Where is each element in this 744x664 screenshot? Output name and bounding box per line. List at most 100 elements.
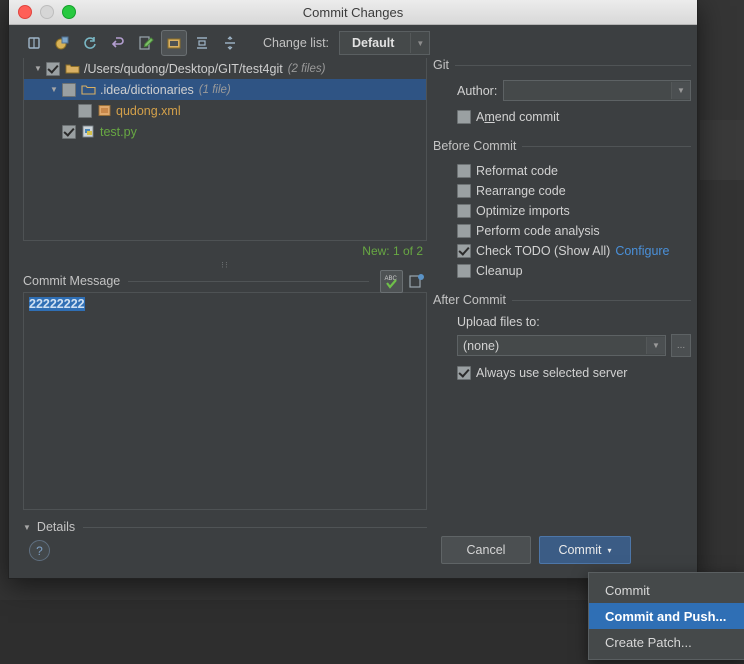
author-field[interactable]: ▼ [503, 80, 691, 101]
upload-files-label: Upload files to: [457, 315, 540, 329]
tree-row-label: test.py [100, 124, 137, 139]
folder-icon [81, 83, 96, 96]
revert-icon[interactable] [49, 30, 75, 56]
changes-tree[interactable]: ▼ /Users/qudong/Desktop/GIT/test4git (2 … [23, 58, 427, 241]
tree-twisty[interactable]: ▼ [30, 64, 46, 73]
change-list-value: Default [352, 36, 395, 50]
divider [83, 526, 427, 528]
change-list-combo[interactable]: Default ▼ [339, 31, 431, 55]
refresh-icon[interactable] [77, 30, 103, 56]
menu-item-commit-and-push[interactable]: Commit and Push... [589, 603, 744, 629]
table-row[interactable]: test.py [24, 121, 426, 142]
chevron-down-icon[interactable]: ▾ [608, 546, 612, 555]
git-section-title: Git [433, 58, 449, 72]
divider [128, 280, 369, 282]
before-commit-title: Before Commit [433, 139, 517, 153]
commit-message-label: Commit Message [23, 274, 121, 288]
always-use-server-row[interactable]: Always use selected server [457, 363, 691, 383]
configure-link[interactable]: Configure [615, 244, 669, 258]
edit-source-icon[interactable] [133, 30, 159, 56]
commit-message-value: 22222222 [29, 297, 85, 311]
upload-server-combo[interactable]: (none) ▼ [457, 335, 666, 356]
tree-row-label: /Users/qudong/Desktop/GIT/test4git [84, 61, 283, 76]
window-title: Commit Changes [302, 4, 404, 20]
git-section: Git Author: ▼ Amend commit [433, 56, 691, 127]
check-todo-checkbox[interactable] [457, 244, 471, 258]
reformat-code-checkbox[interactable] [457, 164, 471, 178]
divider [454, 64, 691, 66]
optimize-imports-checkbox[interactable] [457, 204, 471, 218]
amend-commit-label: Amend commit [476, 110, 560, 124]
rearrange-code-label: Rearrange code [476, 184, 566, 198]
chevron-down-icon[interactable]: ▼ [646, 337, 665, 354]
show-diff-icon[interactable] [21, 30, 47, 56]
menu-item-create-patch[interactable]: Create Patch... [589, 629, 744, 655]
splitter-handle[interactable]: ⁝⁝ [23, 260, 427, 270]
details-label: Details [36, 520, 76, 534]
perform-code-analysis-checkbox[interactable] [457, 224, 471, 238]
reformat-code-row[interactable]: Reformat code [457, 161, 691, 181]
check-todo-row[interactable]: Check TODO (Show All) Configure [457, 241, 691, 261]
rearrange-code-checkbox[interactable] [457, 184, 471, 198]
rearrange-code-row[interactable]: Rearrange code [457, 181, 691, 201]
chevron-down-icon: ▼ [23, 522, 31, 532]
reformat-code-label: Reformat code [476, 164, 558, 178]
commit-button[interactable]: Commit ▾ [539, 536, 631, 564]
cleanup-label: Cleanup [476, 264, 523, 278]
tree-row-label: qudong.xml [116, 103, 181, 118]
cleanup-row[interactable]: Cleanup [457, 261, 691, 281]
chevron-down-icon[interactable]: ▼ [671, 82, 690, 99]
change-list-label: Change list: [263, 36, 330, 50]
row-checkbox[interactable] [78, 103, 92, 118]
table-row[interactable]: ▼ /Users/qudong/Desktop/GIT/test4git (2 … [24, 58, 426, 79]
cancel-button[interactable]: Cancel [441, 536, 531, 564]
tree-row-meta: (1 file) [198, 83, 231, 96]
spellcheck-icon[interactable]: ABC [380, 269, 403, 293]
details-toggle[interactable]: ▼ Details [23, 516, 427, 538]
browse-servers-button[interactable]: ... [671, 334, 691, 357]
folder-icon [65, 62, 80, 75]
tree-row-meta: (2 files) [287, 62, 326, 75]
before-commit-section: Before Commit Reformat code Rearrange co… [433, 137, 691, 281]
always-use-server-checkbox[interactable] [457, 366, 471, 380]
after-commit-section: After Commit Upload files to: (none) ▼ .… [433, 291, 691, 383]
rollback-icon[interactable] [105, 30, 131, 56]
help-icon[interactable]: ? [29, 540, 50, 561]
perform-code-analysis-row[interactable]: Perform code analysis [457, 221, 691, 241]
commit-button-label: Commit [558, 543, 602, 557]
table-row[interactable]: qudong.xml [24, 100, 426, 121]
row-checkbox[interactable] [62, 124, 76, 139]
menu-item-commit[interactable]: Commit [589, 577, 744, 603]
tree-row-label: .idea/dictionaries [100, 82, 194, 97]
chevron-down-icon[interactable]: ▼ [410, 33, 429, 53]
optimize-imports-row[interactable]: Optimize imports [457, 201, 691, 221]
always-use-server-label: Always use selected server [476, 366, 628, 380]
row-checkbox[interactable] [46, 61, 60, 76]
dialog-footer: ? Cancel Commit ▾ [23, 536, 683, 566]
status-badge: New: 1 of 2 [362, 244, 423, 258]
amend-commit-checkbox[interactable] [457, 110, 471, 124]
divider [511, 299, 691, 301]
optimize-imports-label: Optimize imports [476, 204, 570, 218]
commit-changes-dialog: Commit Changes Change list: Default ▼ ▼ … [8, 0, 698, 579]
upload-server-value: (none) [463, 338, 500, 353]
xml-file-icon [97, 104, 112, 117]
divider [522, 145, 691, 147]
message-history-icon[interactable] [406, 271, 427, 292]
perform-code-analysis-label: Perform code analysis [476, 224, 600, 238]
commit-dropdown-menu[interactable]: Commit Commit and Push... Create Patch..… [588, 572, 744, 660]
group-by-directory-icon[interactable] [161, 30, 187, 56]
commit-message-header: Commit Message ABC [23, 269, 427, 293]
table-row[interactable]: ▼ .idea/dictionaries (1 file) [24, 79, 426, 100]
cleanup-checkbox[interactable] [457, 264, 471, 278]
commit-message-input[interactable]: 22222222 [23, 292, 427, 510]
toolbar: Change list: Default ▼ [9, 25, 697, 59]
title-bar: Commit Changes [9, 0, 697, 25]
collapse-all-icon[interactable] [217, 30, 243, 56]
amend-commit-row[interactable]: Amend commit [457, 107, 691, 127]
check-todo-label: Check TODO (Show All) [476, 244, 611, 258]
row-checkbox[interactable] [62, 82, 76, 97]
expand-all-icon[interactable] [189, 30, 215, 56]
author-label: Author: [457, 83, 498, 98]
tree-twisty[interactable]: ▼ [46, 85, 62, 94]
